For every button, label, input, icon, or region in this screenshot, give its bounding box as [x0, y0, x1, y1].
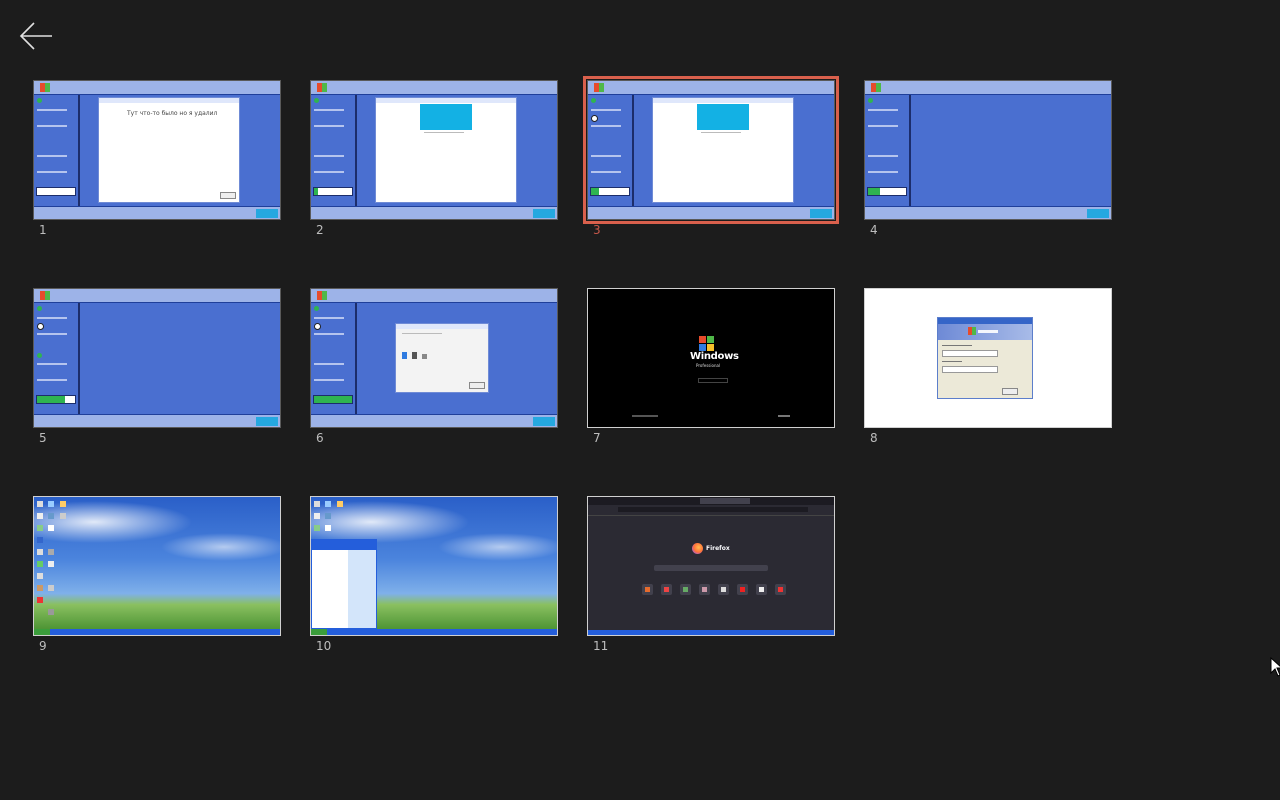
thumbnail-5[interactable] [33, 288, 281, 428]
boot-edition: Professional [696, 363, 721, 368]
thumbnail-number: 10 [316, 639, 332, 653]
firefox-logo-icon [692, 543, 703, 554]
thumbnail-number: 4 [870, 223, 878, 237]
mouse-cursor-icon [1270, 657, 1280, 677]
thumbnail-number: 7 [593, 431, 601, 445]
thumbnail-10[interactable] [310, 496, 558, 636]
windows-logo-icon [968, 327, 976, 335]
setup-screen [311, 289, 557, 427]
windows-logo-icon [699, 336, 715, 352]
thumbnail-11[interactable]: Firefox [587, 496, 835, 636]
desktop-screen [311, 497, 557, 635]
setup-screen [588, 81, 834, 219]
arrow-left-icon [19, 22, 52, 50]
dialog-text: Тут что-то было но я удалил [127, 110, 218, 117]
thumbnail-number: 6 [316, 431, 324, 445]
thumbnail-2[interactable] [310, 80, 558, 220]
setup-screen [311, 81, 557, 219]
thumbnail-number: 8 [870, 431, 878, 445]
login-screen [865, 289, 1111, 427]
thumbnail-number: 3 [593, 223, 601, 237]
firefox-screen: Firefox [588, 497, 834, 635]
boot-brand: Windows [690, 351, 739, 362]
thumbnail-number: 5 [39, 431, 47, 445]
boot-screen: Windows Professional [588, 289, 834, 427]
thumbnail-3[interactable] [583, 76, 839, 224]
setup-screen [34, 289, 280, 427]
thumbnail-6[interactable] [310, 288, 558, 428]
thumbnail-number: 1 [39, 223, 47, 237]
setup-screen: Тут что-то было но я удалил [34, 81, 280, 219]
desktop-screen [34, 497, 280, 635]
thumbnail-number: 11 [593, 639, 609, 653]
start-menu [311, 539, 377, 629]
thumbnail-7[interactable]: Windows Professional [587, 288, 835, 428]
thumbnail-4[interactable] [864, 80, 1112, 220]
thumbnail-number: 2 [316, 223, 324, 237]
setup-screen [865, 81, 1111, 219]
thumbnail-8[interactable] [864, 288, 1112, 428]
back-button[interactable] [16, 18, 56, 54]
thumbnail-number: 9 [39, 639, 47, 653]
thumbnail-1[interactable]: Тут что-то было но я удалил [33, 80, 281, 220]
firefox-name: Firefox [706, 545, 730, 552]
thumbnail-9[interactable] [33, 496, 281, 636]
